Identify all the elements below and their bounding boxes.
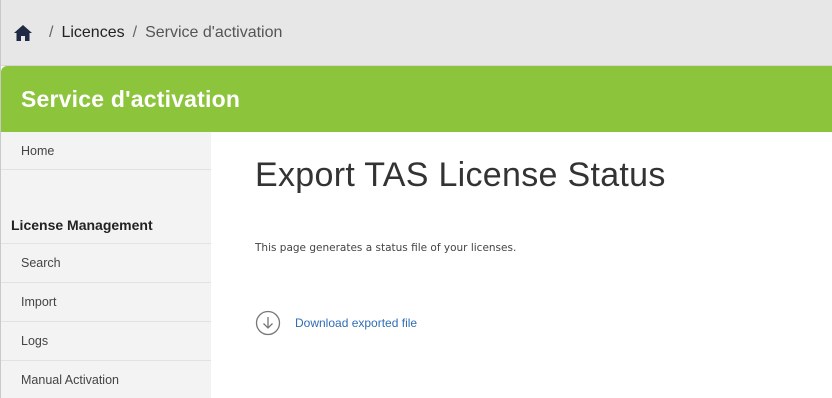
sidebar-item-logs[interactable]: Logs bbox=[1, 322, 211, 361]
app-header: Service d'activation bbox=[1, 66, 832, 132]
sidebar-item-home[interactable]: Home bbox=[1, 132, 211, 170]
sidebar: Home License Management Search Import Lo… bbox=[1, 132, 211, 398]
sidebar-item-manual-activation[interactable]: Manual Activation bbox=[1, 361, 211, 398]
page-title: Export TAS License Status bbox=[255, 156, 666, 194]
breadcrumb: / Licences / Service d'activation bbox=[1, 0, 832, 66]
sidebar-item-import[interactable]: Import bbox=[1, 283, 211, 322]
breadcrumb-separator: / bbox=[132, 23, 138, 41]
download-link-label[interactable]: Download exported file bbox=[295, 316, 417, 330]
breadcrumb-licences-link[interactable]: Licences bbox=[61, 24, 124, 42]
home-icon[interactable] bbox=[13, 23, 33, 43]
breadcrumb-current: Service d'activation bbox=[145, 23, 283, 41]
page-description: This page generates a status file of you… bbox=[255, 242, 517, 254]
main-content: Export TAS License Status This page gene… bbox=[211, 132, 832, 398]
download-icon[interactable] bbox=[255, 310, 281, 336]
download-exported-file-link[interactable]: Download exported file bbox=[255, 310, 417, 336]
app-title: Service d'activation bbox=[21, 85, 241, 112]
page: / Licences / Service d'activation Servic… bbox=[0, 0, 832, 398]
sidebar-section-license-management: License Management bbox=[1, 206, 211, 244]
breadcrumb-separator: / bbox=[49, 23, 54, 41]
sidebar-item-search[interactable]: Search bbox=[1, 244, 211, 283]
